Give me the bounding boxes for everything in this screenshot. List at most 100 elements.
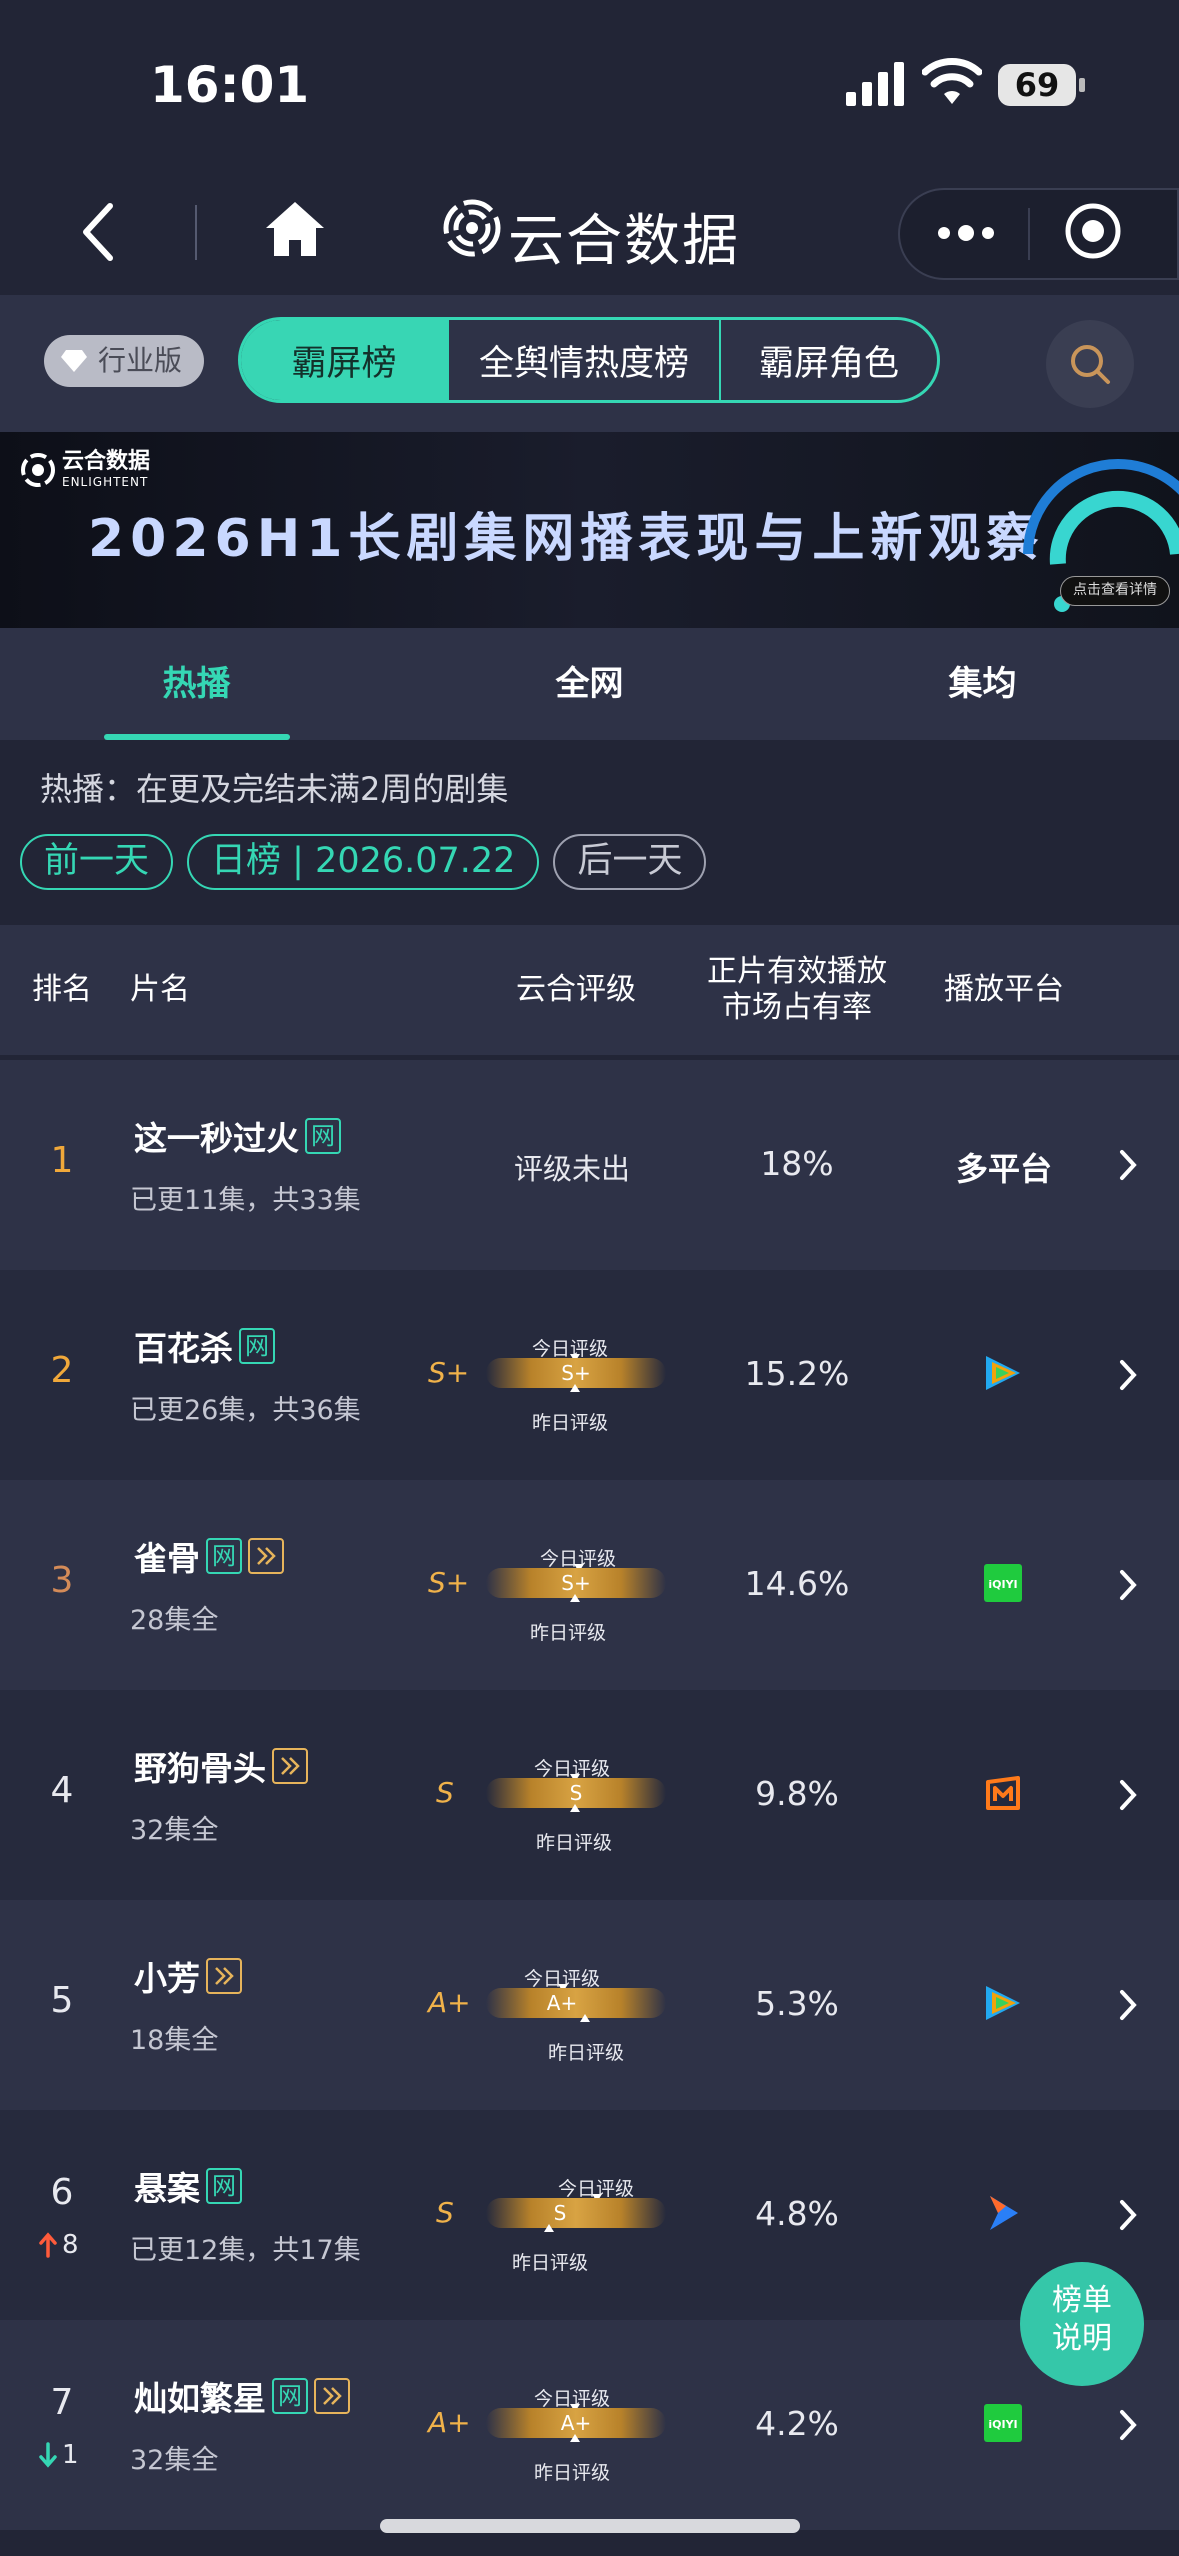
- episode-status: 28集全: [130, 1605, 219, 1636]
- episode-status: 32集全: [130, 1815, 219, 1846]
- next-day-button[interactable]: 后一天: [553, 834, 707, 890]
- market-share: 15.2%: [744, 1354, 850, 1393]
- chevron-right-icon[interactable]: [1118, 1358, 1138, 1392]
- yesterday-rating-label: 昨日评级: [536, 1832, 613, 1854]
- show-title: 这一秒过火 网: [134, 1112, 341, 1160]
- tab-hot[interactable]: 热播: [0, 628, 393, 740]
- yesterday-rating-label: 昨日评级: [530, 1622, 607, 1644]
- banner-title: 2026H1长剧集网播表现与上新观察: [88, 509, 1045, 569]
- col-rating: 云合评级: [516, 972, 636, 1007]
- capsule-divider: [1028, 208, 1030, 260]
- rating-gauge: S: [486, 2198, 666, 2228]
- signal-icon: [846, 62, 904, 106]
- show-title: 雀骨 网: [134, 1532, 284, 1580]
- table-row[interactable]: 4 野狗骨头 32集全 S 今日评级 S 昨日评级 9.8%: [0, 1690, 1179, 1900]
- play-tag-icon: [272, 1748, 308, 1784]
- table-row[interactable]: 2 百花杀 网 已更26集，共36集 S+ 今日评级 S+ 昨日评级 15.2%: [0, 1270, 1179, 1480]
- show-title: 灿如繁星 网: [134, 2372, 350, 2420]
- market-share: 4.2%: [755, 2404, 839, 2443]
- industry-badge-label: 行业版: [98, 344, 183, 377]
- web-tag: 网: [206, 2168, 242, 2204]
- rating-grade: S+: [428, 1566, 470, 1599]
- table-row[interactable]: 7 1 灿如繁星 网 32集全 A+ 今日评级 A+ 昨日评级 4.2% iQI…: [0, 2320, 1179, 2530]
- banner-cta-button[interactable]: 点击查看详情: [1060, 576, 1170, 606]
- segment-bapingbang[interactable]: 霸屏榜: [241, 320, 449, 400]
- back-icon[interactable]: [78, 200, 122, 264]
- rating-gauge: A+: [486, 1988, 666, 2018]
- show-title-text: 百花杀: [134, 1329, 233, 1368]
- nav-header: 云合数据: [0, 170, 1179, 295]
- battery-cap: [1079, 78, 1085, 92]
- web-tag: 网: [305, 1118, 341, 1154]
- fab-line2: 说明: [1052, 2321, 1112, 2356]
- industry-edition-badge[interactable]: 行业版: [44, 335, 204, 387]
- search-button[interactable]: [1046, 320, 1134, 408]
- chevron-right-icon[interactable]: [1118, 1988, 1138, 2022]
- show-title: 悬案 网: [134, 2162, 242, 2210]
- rating-grade: S+: [428, 1356, 470, 1389]
- yesterday-rating-label: 昨日评级: [512, 2252, 589, 2274]
- chevron-right-icon[interactable]: [1118, 2408, 1138, 2442]
- rating-grade: S: [436, 1776, 454, 1809]
- episode-status: 已更26集，共36集: [130, 1395, 361, 1426]
- arrow-down-icon: [39, 2442, 57, 2468]
- home-indicator: [380, 2519, 800, 2533]
- tab-all-web[interactable]: 全网: [393, 628, 786, 740]
- tab-per-episode[interactable]: 集均: [786, 628, 1179, 740]
- chevron-right-icon[interactable]: [1118, 1148, 1138, 1182]
- wifi-icon: [922, 58, 982, 104]
- prev-day-button[interactable]: 前一天: [20, 834, 174, 890]
- show-title-text: 雀骨: [134, 1539, 200, 1578]
- play-tag-icon: [314, 2378, 350, 2414]
- web-tag: 网: [239, 1328, 275, 1364]
- table-row[interactable]: 5 小芳 18集全 A+ 今日评级 A+ 昨日评级 5.3%: [0, 1900, 1179, 2110]
- col-title: 片名: [130, 972, 190, 1007]
- chart-type-segmented-control: 霸屏榜 全舆情热度榜 霸屏角色: [238, 317, 940, 403]
- show-title-text: 这一秒过火: [134, 1119, 299, 1158]
- segment-public-opinion[interactable]: 全舆情热度榜: [449, 320, 721, 400]
- rank-number: 4: [50, 1770, 74, 1811]
- fab-line1: 榜单: [1052, 2283, 1112, 2318]
- rating-pending: 评级未出: [514, 1152, 631, 1186]
- tencent-video-icon: [986, 1356, 1020, 1390]
- rank-number: 2: [50, 1350, 74, 1391]
- banner-brand: 云合数据: [62, 449, 151, 474]
- rating-grade: A+: [428, 2406, 471, 2439]
- iqiyi-icon: iQIYI: [984, 1564, 1022, 1602]
- episode-status: 32集全: [130, 2445, 219, 2476]
- banner-logo-icon: [21, 453, 55, 487]
- chevron-right-icon[interactable]: [1118, 2198, 1138, 2232]
- gauge-value: A+: [546, 1991, 578, 2015]
- segment-roles[interactable]: 霸屏角色: [721, 320, 937, 400]
- close-miniprogram-icon[interactable]: [1064, 202, 1122, 260]
- col-platform: 播放平台: [944, 972, 1064, 1007]
- rank-change-value: 8: [62, 2230, 79, 2260]
- show-title-text: 悬案: [134, 2169, 200, 2208]
- iqiyi-icon-text: iQIYI: [988, 1578, 1017, 1591]
- arrow-up-icon: [39, 2232, 57, 2258]
- show-title-text: 野狗骨头: [134, 1749, 266, 1788]
- chevron-right-icon[interactable]: [1118, 1778, 1138, 1812]
- yesterday-marker: [570, 1804, 580, 1812]
- show-title-text: 小芳: [134, 1959, 200, 1998]
- more-icon[interactable]: [930, 210, 1002, 256]
- nav-divider: [195, 205, 197, 260]
- market-share: 18%: [760, 1144, 834, 1183]
- table-row[interactable]: 3 雀骨 网 28集全 S+ 今日评级 S+ 昨日评级 14.6% iQIYI: [0, 1480, 1179, 1690]
- chart-explanation-button[interactable]: 榜单 说明: [1020, 2262, 1144, 2386]
- rank-change-down: 1: [38, 2440, 94, 2470]
- market-share: 14.6%: [744, 1564, 850, 1603]
- rank-change-value: 1: [62, 2440, 79, 2470]
- date-picker-button[interactable]: 日榜 | 2026.07.22: [187, 834, 540, 890]
- chevron-right-icon[interactable]: [1118, 1568, 1138, 1602]
- rating-grade: S: [436, 2196, 454, 2229]
- platform-multi: 多平台: [956, 1150, 1053, 1188]
- promo-banner[interactable]: 云合数据 ENLIGHTENT 2026H1长剧集网播表现与上新观察 点击查看详…: [0, 432, 1179, 628]
- web-tag: 网: [272, 2378, 308, 2414]
- rank-number: 6: [50, 2172, 74, 2213]
- table-row[interactable]: 1 这一秒过火 网 已更11集，共33集 评级未出 18% 多平台: [0, 1060, 1179, 1270]
- youku-icon: [990, 2196, 1018, 2230]
- table-row[interactable]: 6 8 悬案 网 已更12集，共17集 S 今日评级 S 昨日评级 4.8%: [0, 2110, 1179, 2320]
- home-icon[interactable]: [264, 198, 326, 260]
- sub-tabs: 热播 全网 集均: [0, 628, 1179, 740]
